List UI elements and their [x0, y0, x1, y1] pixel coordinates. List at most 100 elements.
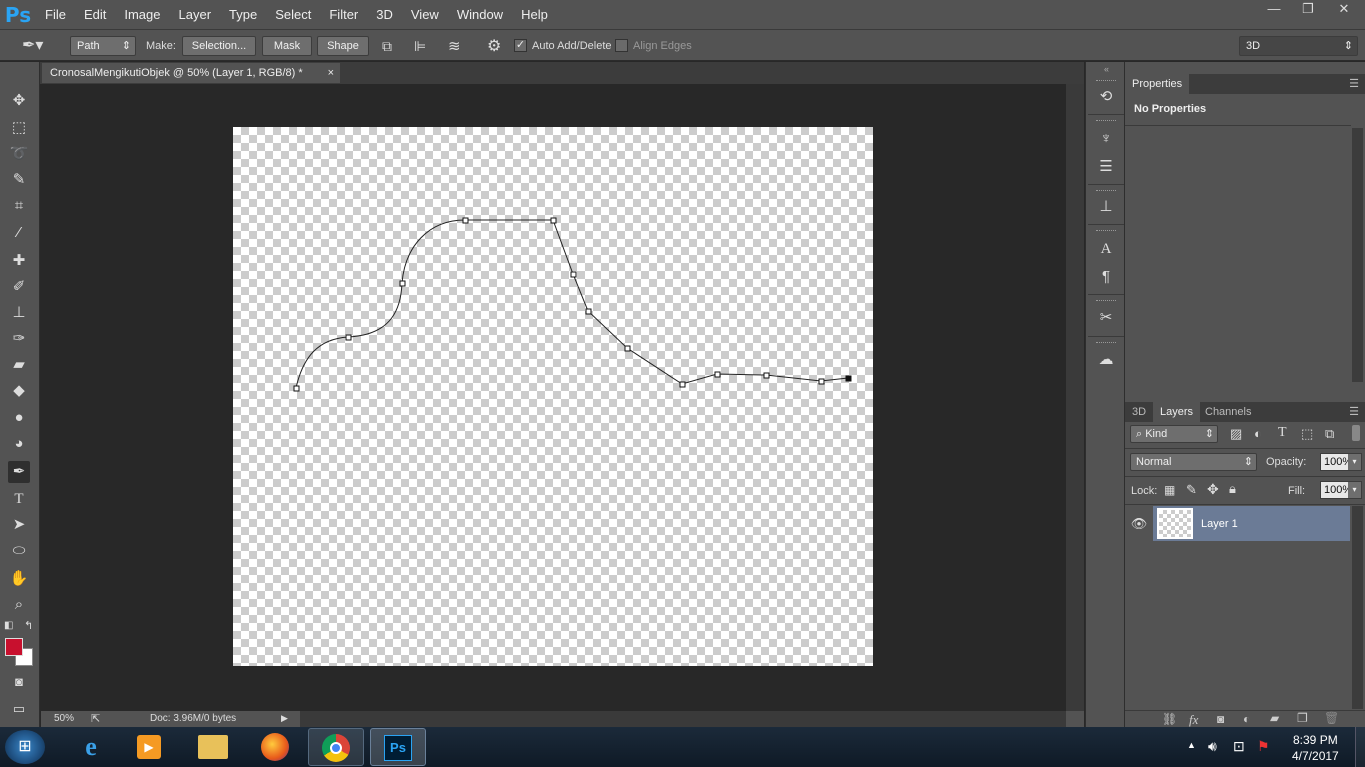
tab-properties[interactable]: Properties: [1125, 74, 1190, 94]
filter-pixel-icon[interactable]: ▨: [1230, 426, 1242, 442]
path-operations-icon[interactable]: ⧉: [382, 38, 392, 55]
adjustments-icon[interactable]: ☰: [1095, 156, 1117, 178]
history-brush-icon[interactable]: ✑: [8, 328, 30, 350]
path-alignment-icon[interactable]: ⊫: [414, 38, 426, 55]
start-button[interactable]: ⊞: [5, 730, 45, 764]
layers-scrollbar[interactable]: [1352, 506, 1363, 709]
panel-menu-icon[interactable]: ☰: [1349, 405, 1359, 418]
paint-bucket-icon[interactable]: ◆: [8, 380, 30, 402]
show-hidden-icons[interactable]: ▲: [1187, 740, 1196, 750]
document-tab[interactable]: CronosalMengikutiObjek @ 50% (Layer 1, R…: [42, 63, 340, 83]
zoom-icon[interactable]: ⌕: [8, 594, 30, 616]
menu-help[interactable]: Help: [512, 0, 557, 29]
trash-icon[interactable]: 🗑︎: [1324, 711, 1339, 725]
blend-mode-select[interactable]: Normal ⇕: [1130, 453, 1257, 471]
crop-icon[interactable]: ⌗: [8, 195, 30, 217]
clock-time[interactable]: 8:39 PM: [1293, 733, 1338, 747]
history-icon[interactable]: ⟲: [1095, 86, 1117, 108]
work-path[interactable]: [233, 127, 873, 666]
menu-filter[interactable]: Filter: [320, 0, 367, 29]
tools-presets-icon[interactable]: ✂: [1095, 307, 1117, 329]
move-icon[interactable]: ✥: [8, 90, 30, 112]
workspace-select[interactable]: 3D ⇕: [1239, 36, 1358, 56]
quick-mask-icon[interactable]: ◙: [8, 671, 30, 693]
panel-menu-icon[interactable]: ☰: [1349, 77, 1359, 90]
filter-shape-icon[interactable]: ⬚: [1301, 426, 1313, 442]
brush-icon[interactable]: ✐: [8, 276, 30, 298]
selection-button[interactable]: Selection...: [182, 36, 256, 56]
screen-mode-icon[interactable]: ▭: [8, 698, 30, 720]
chrome-icon[interactable]: [308, 728, 364, 766]
horizontal-scrollbar[interactable]: [300, 711, 1066, 727]
layer-name[interactable]: Layer 1: [1201, 518, 1238, 530]
tool-mode-select[interactable]: Path ⇕: [70, 36, 136, 56]
creative-cloud-icon[interactable]: ☁: [1095, 349, 1117, 371]
filter-type-icon[interactable]: T: [1278, 425, 1287, 441]
anchor-points[interactable]: [293, 217, 852, 392]
firefox-icon[interactable]: [247, 728, 303, 766]
clock-date[interactable]: 4/7/2017: [1292, 749, 1339, 763]
lock-pixels-icon[interactable]: ✎: [1186, 482, 1197, 498]
export-icon[interactable]: ⇱: [91, 712, 100, 725]
align-edges-checkbox[interactable]: [615, 39, 628, 52]
mask-button[interactable]: Mask: [262, 36, 312, 56]
status-menu-arrow-icon[interactable]: ▶: [281, 713, 288, 724]
menu-layer[interactable]: Layer: [170, 0, 221, 29]
menu-type[interactable]: Type: [220, 0, 266, 29]
photoshop-taskbar-icon[interactable]: Ps: [370, 728, 426, 766]
menu-select[interactable]: Select: [266, 0, 320, 29]
zoom-level[interactable]: 50%: [54, 713, 74, 724]
marquee-icon[interactable]: ⬚: [8, 117, 30, 139]
close-button[interactable]: ✕: [1325, 0, 1363, 20]
type-icon[interactable]: T: [8, 488, 30, 510]
pen-tool-preset-icon[interactable]: ✒▾: [22, 35, 52, 57]
network-icon[interactable]: ⊡: [1233, 738, 1245, 755]
quick-select-icon[interactable]: ✎: [8, 169, 30, 191]
opacity-input[interactable]: 100% ▾: [1320, 453, 1362, 471]
filter-adjustment-icon[interactable]: ◐: [1254, 426, 1262, 441]
show-desktop-button[interactable]: [1355, 727, 1365, 767]
path-arrangement-icon[interactable]: ≋: [448, 37, 461, 55]
layer-thumbnail[interactable]: [1157, 508, 1193, 539]
clone-stamp-icon[interactable]: ⊥: [8, 302, 30, 324]
auto-add-delete-checkbox[interactable]: ✓: [514, 39, 527, 52]
lock-all-icon[interactable]: 🔒︎: [1229, 481, 1236, 497]
paragraph-icon[interactable]: ¶: [1095, 266, 1117, 288]
new-layer-icon[interactable]: ❐: [1297, 711, 1308, 725]
vertical-scrollbar[interactable]: [1066, 84, 1084, 711]
filter-smart-object-icon[interactable]: ⧉: [1325, 426, 1334, 442]
add-mask-icon[interactable]: ◙: [1217, 712, 1224, 726]
healing-brush-icon[interactable]: ✚: [8, 250, 30, 272]
document-canvas[interactable]: [233, 127, 873, 666]
dodge-icon[interactable]: ◕: [8, 433, 30, 455]
filter-toggle[interactable]: [1352, 425, 1360, 441]
swap-colors-icon[interactable]: ↰: [24, 619, 33, 632]
internet-explorer-icon[interactable]: e: [63, 728, 119, 766]
fx-icon[interactable]: fx: [1189, 712, 1198, 728]
menu-edit[interactable]: Edit: [75, 0, 115, 29]
lasso-icon[interactable]: ➰: [8, 143, 30, 165]
hand-icon[interactable]: ✋: [8, 568, 30, 590]
collapse-icon[interactable]: «: [1104, 64, 1109, 74]
foreground-color-swatch[interactable]: [5, 638, 23, 656]
new-group-icon[interactable]: ▰: [1270, 711, 1279, 725]
minimize-button[interactable]: —: [1257, 0, 1291, 20]
tab-channels[interactable]: Channels: [1198, 402, 1258, 422]
menu-view[interactable]: View: [402, 0, 448, 29]
media-player-icon[interactable]: ▶: [121, 728, 177, 766]
gear-icon[interactable]: ⚙: [487, 36, 501, 56]
shape-button[interactable]: Shape: [317, 36, 369, 56]
properties-scrollbar[interactable]: [1352, 128, 1363, 382]
tab-layers[interactable]: Layers: [1153, 402, 1201, 422]
brush-presets-icon[interactable]: ♆: [1095, 128, 1117, 150]
eraser-icon[interactable]: ▰: [8, 354, 30, 376]
fill-input[interactable]: 100% ▾: [1320, 481, 1362, 499]
tab-3d[interactable]: 3D: [1125, 402, 1153, 422]
clone-source-icon[interactable]: ⊥: [1095, 196, 1117, 218]
path-select-icon[interactable]: ➤: [8, 514, 30, 536]
restore-button[interactable]: ❐: [1291, 0, 1325, 20]
file-explorer-icon[interactable]: [185, 728, 241, 766]
action-center-icon[interactable]: ⚑: [1257, 738, 1270, 755]
menu-image[interactable]: Image: [115, 0, 169, 29]
adjustment-layer-icon[interactable]: ◐: [1243, 712, 1250, 726]
